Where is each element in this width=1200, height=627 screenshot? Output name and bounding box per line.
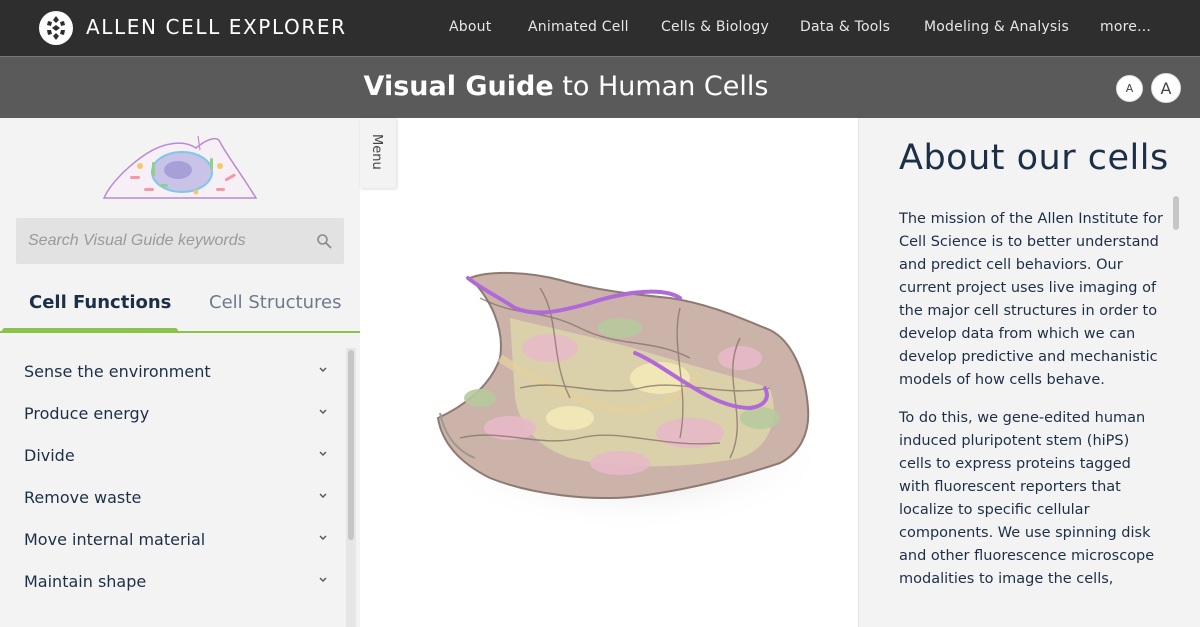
page-title: Visual Guide to Human Cells xyxy=(0,71,1132,102)
chevron-down-icon xyxy=(319,535,327,540)
font-size-decrease-button[interactable]: A xyxy=(1116,75,1143,102)
chevron-down-icon xyxy=(319,409,327,414)
cell-3d-model-image[interactable] xyxy=(420,258,840,538)
tab-cell-structures[interactable]: Cell Structures xyxy=(209,292,341,313)
nav-link-cells-biology[interactable]: Cells & Biology xyxy=(661,19,769,35)
sidebar: Cell Functions Cell Structures Sense the… xyxy=(0,118,360,627)
nav-link-modeling-analysis[interactable]: Modeling & Analysis xyxy=(924,19,1069,35)
chevron-down-icon xyxy=(319,493,327,498)
search-input[interactable] xyxy=(16,218,306,264)
list-item-label: Sense the environment xyxy=(24,362,211,381)
top-nav: ALLEN CELL EXPLORER About Animated Cell … xyxy=(0,0,1200,56)
about-paragraph-1: The mission of the Allen Institute for C… xyxy=(899,211,1163,388)
font-size-increase-button[interactable]: A xyxy=(1151,73,1181,103)
tab-active-indicator xyxy=(2,328,178,333)
nav-link-more[interactable]: more... xyxy=(1100,19,1151,35)
chevron-down-icon xyxy=(319,577,327,582)
cell-viewer[interactable]: Menu xyxy=(360,118,858,627)
search-box xyxy=(16,218,344,264)
about-paragraph-2: To do this, we gene-edited human induced… xyxy=(899,410,1155,587)
about-scrollbar-thumb[interactable] xyxy=(1173,196,1179,230)
nav-link-animated-cell[interactable]: Animated Cell xyxy=(528,19,629,35)
nav-links: About Animated Cell Cells & Biology Data… xyxy=(0,19,1200,39)
list-item-label: Remove waste xyxy=(24,488,142,507)
list-item-label: Maintain shape xyxy=(24,572,147,591)
about-panel: About our cells The mission of the Allen… xyxy=(858,118,1200,627)
list-item[interactable]: Divide xyxy=(24,434,334,476)
cell-illustration-icon xyxy=(102,135,258,199)
list-item[interactable]: Remove waste xyxy=(24,476,334,518)
title-bar: Visual Guide to Human Cells A A xyxy=(0,56,1200,118)
page-title-bold: Visual Guide xyxy=(363,71,554,102)
function-structure-tabs: Cell Functions Cell Structures xyxy=(0,284,360,334)
chevron-down-icon xyxy=(319,367,327,372)
page-title-rest: to Human Cells xyxy=(553,71,769,102)
search-icon[interactable] xyxy=(316,233,332,249)
menu-toggle-label: Menu xyxy=(369,134,384,170)
about-heading: About our cells xyxy=(899,138,1169,178)
list-item[interactable]: Maintain shape xyxy=(24,560,334,602)
list-item[interactable]: Sense the environment xyxy=(24,350,334,392)
about-scrollbar-track[interactable] xyxy=(1171,194,1181,627)
chevron-down-icon xyxy=(319,451,327,456)
menu-toggle[interactable]: Menu xyxy=(360,118,396,188)
tab-cell-functions[interactable]: Cell Functions xyxy=(29,292,171,313)
list-item-label: Divide xyxy=(24,446,75,465)
list-item[interactable]: Move internal material xyxy=(24,518,334,560)
list-item-label: Produce energy xyxy=(24,404,150,423)
sidebar-scrollbar-thumb[interactable] xyxy=(348,350,354,540)
nav-link-data-tools[interactable]: Data & Tools xyxy=(800,19,890,35)
nav-link-about[interactable]: About xyxy=(449,19,491,35)
list-item-label: Move internal material xyxy=(24,530,206,549)
about-body: The mission of the Allen Institute for C… xyxy=(899,208,1163,606)
list-item[interactable]: Produce energy xyxy=(24,392,334,434)
